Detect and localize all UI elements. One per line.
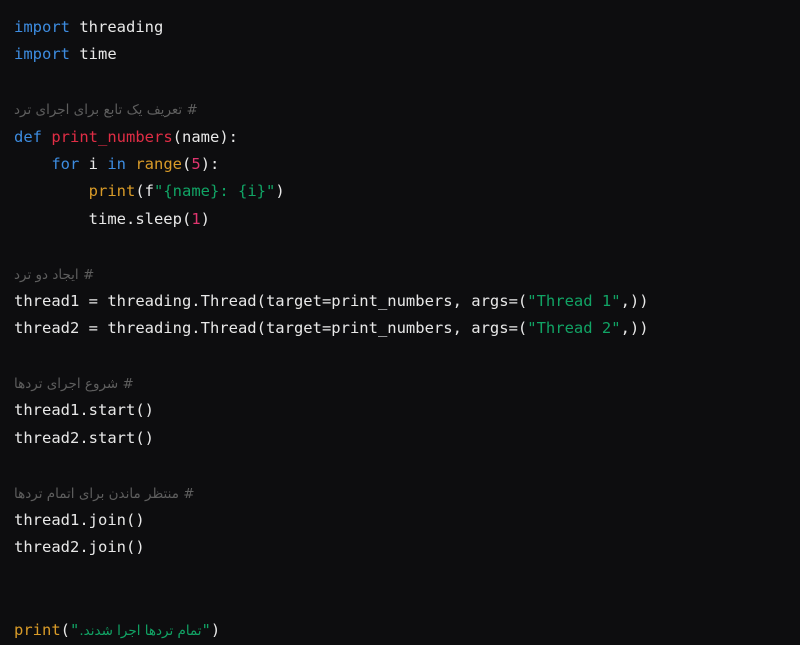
keyword-for: for xyxy=(51,154,80,173)
code-line-for-loop: for i in range(5): xyxy=(14,151,800,178)
keyword-import: import xyxy=(14,45,70,64)
statement: thread2.start() xyxy=(14,428,154,447)
code-line-def-print-numbers: def print_numbers(name): xyxy=(14,124,800,151)
thread2-assignment: thread2 = threading.Thread(target=print_… xyxy=(14,319,528,338)
paren-open: ( xyxy=(172,127,182,146)
thread1-assignment: thread1 = threading.Thread(target=print_… xyxy=(14,291,528,310)
code-line-print-fstring: print(f"{name}: {i}") xyxy=(14,178,800,205)
code-line-comment-wait-threads: # منتظر ماندن برای اتمام تردها xyxy=(14,480,800,507)
comment-text: # تعریف یک تابع برای اجرای ترد xyxy=(14,102,198,119)
loop-var-i: i xyxy=(79,154,108,173)
code-line-comment-start-threads: # شروع اجرای تردها xyxy=(14,370,800,397)
paren-close-colon: ): xyxy=(200,154,220,173)
string-literal-persian: تمام تردها اجرا شدند. xyxy=(79,622,202,639)
args-tuple-close: ,)) xyxy=(620,319,649,338)
keyword-import: import xyxy=(14,18,70,36)
paren-close: ) xyxy=(210,620,221,639)
code-editor-surface: import threading import time # تعریف یک … xyxy=(0,0,800,639)
paren-open: ( xyxy=(135,182,145,201)
statement: thread1.join() xyxy=(14,511,145,530)
code-line-final-print: print("تمام تردها اجرا شدند.") xyxy=(14,617,800,644)
comment-text: # منتظر ماندن برای اتمام تردها xyxy=(14,485,195,502)
code-line-thread2-create: thread2 = threading.Thread(target=print_… xyxy=(14,315,800,342)
comment-text: # شروع اجرای تردها xyxy=(14,376,134,393)
paren-close-colon: ): xyxy=(219,127,238,146)
paren-open: ( xyxy=(60,620,71,639)
args-tuple-close: ,)) xyxy=(620,291,649,310)
code-line-thread1-create: thread1 = threading.Thread(target=print_… xyxy=(14,288,800,315)
builtin-range: range xyxy=(126,154,182,173)
fstring-prefix: f xyxy=(144,182,155,201)
code-line-import-threading: import threading xyxy=(14,14,800,41)
module-threading: threading xyxy=(70,18,164,36)
code-line-time-sleep: time.sleep(1) xyxy=(14,206,800,233)
number-literal: 1 xyxy=(191,209,201,228)
code-line-thread2-start: thread2.start() xyxy=(14,425,800,452)
param-name: name xyxy=(182,127,220,146)
statement: thread1.start() xyxy=(14,401,154,420)
builtin-print: print xyxy=(88,182,136,201)
paren-open: ( xyxy=(181,209,192,228)
module-time: time xyxy=(70,45,117,64)
paren-open: ( xyxy=(182,154,192,173)
comment-text: # ایجاد دو ترد xyxy=(14,266,95,283)
string-literal-thread-1: "Thread 1" xyxy=(527,291,621,310)
keyword-def: def xyxy=(14,127,42,146)
string-literal-thread-2: "Thread 2" xyxy=(527,319,621,338)
code-line-comment-define-function: # تعریف یک تابع برای اجرای ترد xyxy=(14,96,800,123)
expression-time-sleep: time.sleep xyxy=(88,209,182,228)
function-name-print-numbers: print_numbers xyxy=(42,127,173,146)
builtin-print: print xyxy=(14,620,61,639)
quote-open: " xyxy=(70,620,80,639)
quote-close: " xyxy=(201,620,211,639)
statement: thread2.join() xyxy=(14,538,145,557)
code-line-comment-create-threads: # ایجاد دو ترد xyxy=(14,261,800,288)
keyword-in: in xyxy=(107,154,126,173)
code-line-thread2-join: thread2.join() xyxy=(14,534,800,561)
string-literal-fstring: "{name}: {i}" xyxy=(154,182,276,201)
paren-close: ) xyxy=(275,182,285,201)
code-line-import-time: import time xyxy=(14,41,800,68)
code-line-thread1-join: thread1.join() xyxy=(14,507,800,534)
number-literal: 5 xyxy=(191,154,201,173)
code-line-thread1-start: thread1.start() xyxy=(14,397,800,424)
paren-close: ) xyxy=(200,209,211,228)
